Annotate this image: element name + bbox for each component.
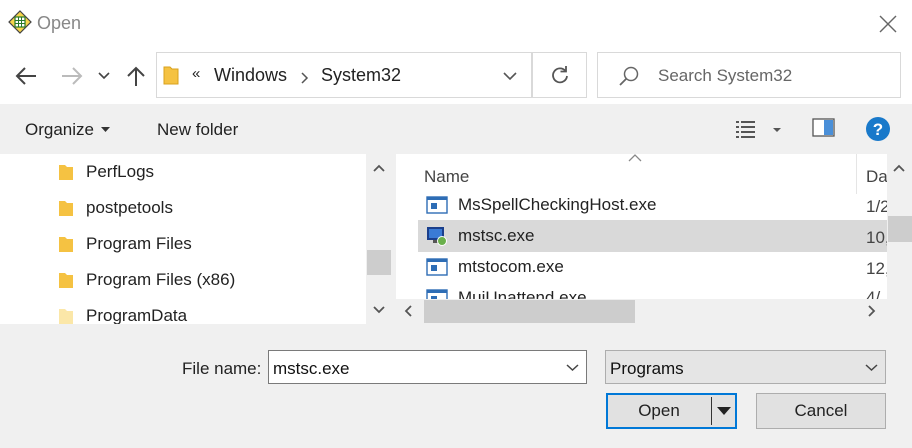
scroll-thumb[interactable] [888,216,912,242]
scroll-up-icon[interactable] [893,164,905,172]
caret-down-icon [100,127,110,132]
up-button[interactable] [122,62,150,90]
cancel-button[interactable]: Cancel [756,393,886,429]
recent-locations-button[interactable] [92,62,116,90]
file-row-selected[interactable]: mstsc.exe [418,221,888,251]
folder-icon [59,273,73,288]
sort-up-icon [628,154,642,162]
file-name-combobox[interactable]: mstsc.exe [268,350,587,384]
back-button[interactable] [12,62,40,90]
refresh-button[interactable] [532,52,587,98]
open-dropdown-button[interactable] [712,395,735,427]
scroll-up-icon[interactable] [373,164,385,172]
file-name: mstsc.exe [458,226,535,245]
file-row-clipped[interactable]: MuiUnattend.exe [418,283,887,299]
refresh-icon [551,66,568,84]
tree-item-label: Program Files [86,234,192,253]
tree-item-label: Program Files (x86) [86,270,236,289]
file-type-dropdown[interactable]: Programs [605,350,886,384]
view-options-button[interactable] [735,118,785,142]
search-box[interactable]: Search System32 [597,52,901,98]
scroll-left-icon[interactable] [404,305,412,317]
breadcrumb-system32[interactable]: System32 [321,65,401,86]
details-view-icon [736,121,781,138]
search-icon [619,66,639,86]
scroll-down-icon[interactable] [373,306,385,314]
organize-label: Organize [25,120,94,139]
address-bar[interactable]: « Windows System32 [156,52,532,98]
caret-down-icon [716,407,731,415]
scroll-corner [887,299,912,324]
tree-item-postpetools[interactable]: postpetools [58,192,173,224]
close-icon [879,15,897,33]
open-button[interactable]: Open [608,395,710,427]
search-placeholder: Search System32 [658,66,793,85]
tree-item-program-files-x86[interactable]: Program Files (x86) [58,264,235,296]
chevron-right-icon [301,72,309,84]
dialog-footer [0,324,912,448]
folder-icon [59,201,73,216]
column-header-name[interactable]: Name [424,167,469,187]
breadcrumb-overflow[interactable]: « [192,65,200,82]
preview-pane-button[interactable] [812,118,836,140]
arrow-left-icon [15,67,36,85]
column-header-date[interactable]: Da [866,167,888,187]
arrow-right-icon [62,67,83,85]
scroll-thumb[interactable] [424,300,635,323]
exe-file-icon [426,258,448,276]
file-date-clipped: 4/ [866,283,887,299]
files-vertical-scrollbar[interactable] [887,154,912,299]
chevron-down-icon [865,364,878,372]
exe-file-icon [426,196,448,214]
remote-desktop-icon [427,227,447,246]
tree-item-program-files[interactable]: Program Files [58,228,192,260]
preview-pane-icon [812,118,835,137]
tree-item-label: ProgramData [86,306,188,325]
chevron-down-icon[interactable] [566,364,579,372]
command-bar: Organize New folder ? [0,104,912,154]
file-name: MuiUnattend.exe [458,288,587,299]
breadcrumb-windows[interactable]: Windows [214,65,287,86]
scroll-thumb[interactable] [367,250,391,275]
window-title: Open [37,13,82,33]
file-type-value: Programs [610,359,684,378]
file-row[interactable]: MsSpellCheckingHost.exe [418,190,888,220]
forward-button[interactable] [58,62,86,90]
files-horizontal-scrollbar[interactable] [396,299,887,324]
file-row[interactable]: mtstocom.exe [418,252,888,282]
tree-vertical-scrollbar[interactable] [366,154,392,324]
scroll-right-icon[interactable] [868,305,876,317]
app-icon [8,10,32,34]
arrow-up-icon [127,66,145,86]
column-divider [856,154,857,194]
file-date: 4/ [866,288,881,299]
tree-item-label: postpetools [86,198,173,217]
file-name: MsSpellCheckingHost.exe [458,195,657,214]
file-name-label: File name: [182,359,262,378]
folder-icon [59,165,73,180]
organize-button[interactable]: Organize [25,120,110,140]
chevron-down-icon[interactable] [503,72,517,81]
tree-item-label: PerfLogs [86,162,155,181]
folder-icon [163,66,179,85]
tree-item-perflogs[interactable]: PerfLogs [58,156,154,188]
svg-text:?: ? [873,120,883,139]
chevron-down-icon [98,72,110,80]
title-bar [0,0,912,48]
help-button[interactable]: ? [865,116,891,142]
new-folder-button[interactable]: New folder [157,120,238,140]
file-name-input[interactable]: mstsc.exe [273,359,350,379]
help-icon: ? [866,117,890,141]
folder-icon [59,309,73,324]
close-button[interactable] [872,8,904,40]
exe-file-icon [426,289,448,299]
folder-icon [59,237,73,252]
file-name: mtstocom.exe [458,257,564,276]
